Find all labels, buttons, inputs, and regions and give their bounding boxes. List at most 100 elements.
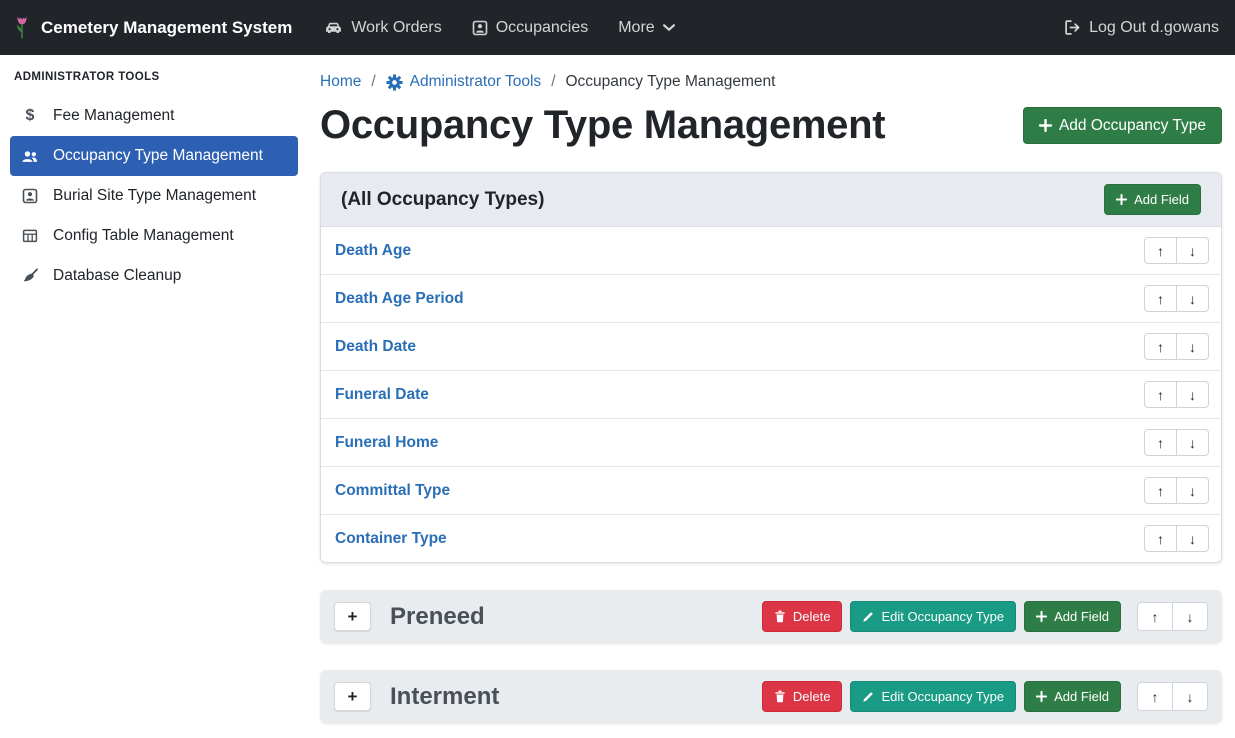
edit-occupancy-type-button[interactable]: Edit Occupancy Type: [850, 601, 1016, 632]
sidebar-item-config-table-management[interactable]: Config Table Management: [10, 216, 298, 256]
add-field-button[interactable]: Add Field: [1024, 681, 1121, 712]
broom-icon: [20, 268, 40, 284]
nav-label: Work Orders: [351, 19, 441, 37]
car-icon: [324, 20, 343, 35]
field-link[interactable]: Funeral Home: [335, 434, 438, 452]
field-link[interactable]: Death Date: [335, 338, 416, 356]
top-navbar: Cemetery Management System Work Orders: [0, 0, 1235, 55]
page-header: Occupancy Type Management Add Occupancy …: [320, 103, 1222, 148]
person-frame-icon: [472, 20, 488, 36]
move-up-button[interactable]: ↑: [1144, 237, 1177, 264]
reorder-group: ↑ ↓: [1144, 477, 1209, 504]
sidebar-item-label: Burial Site Type Management: [53, 187, 256, 205]
move-down-button[interactable]: ↓: [1172, 602, 1208, 631]
move-down-button[interactable]: ↓: [1176, 285, 1209, 312]
reorder-group: ↑ ↓: [1137, 682, 1208, 711]
field-link[interactable]: Committal Type: [335, 482, 450, 500]
breadcrumb-home[interactable]: Home: [320, 73, 361, 91]
reorder-group: ↑ ↓: [1144, 525, 1209, 552]
plus-icon: [1116, 194, 1127, 205]
reorder-group: ↑ ↓: [1137, 602, 1208, 631]
pencil-icon: [862, 691, 874, 703]
move-up-button[interactable]: ↑: [1144, 525, 1177, 552]
delete-button[interactable]: Delete: [762, 681, 843, 712]
nav-label: More: [618, 19, 654, 37]
edit-occupancy-type-button[interactable]: Edit Occupancy Type: [850, 681, 1016, 712]
field-row: Funeral Date ↑ ↓: [321, 370, 1221, 418]
reorder-group: ↑ ↓: [1144, 333, 1209, 360]
move-up-button[interactable]: ↑: [1144, 477, 1177, 504]
all-occupancy-types-card: (All Occupancy Types) Add Field Death Ag…: [320, 172, 1222, 563]
add-field-button[interactable]: Add Field: [1104, 184, 1201, 215]
move-down-button[interactable]: ↓: [1172, 682, 1208, 711]
trash-icon: [774, 610, 786, 623]
section-interment: + Interment Delete Edi: [320, 670, 1222, 723]
move-down-button[interactable]: ↓: [1176, 381, 1209, 408]
button-label: Delete: [793, 610, 831, 623]
navbar-links: Work Orders Occupancies More: [324, 19, 674, 37]
reorder-group: ↑ ↓: [1144, 429, 1209, 456]
move-up-button[interactable]: ↑: [1144, 333, 1177, 360]
move-down-button[interactable]: ↓: [1176, 237, 1209, 264]
pencil-icon: [862, 611, 874, 623]
app-brand[interactable]: Cemetery Management System: [12, 13, 292, 42]
sidebar-item-label: Database Cleanup: [53, 267, 181, 285]
sidebar-item-label: Config Table Management: [53, 227, 234, 245]
move-up-button[interactable]: ↑: [1137, 682, 1173, 711]
sidebar-item-database-cleanup[interactable]: Database Cleanup: [10, 256, 298, 296]
breadcrumb-current: Occupancy Type Management: [566, 73, 776, 91]
chevron-down-icon: [663, 24, 675, 32]
logout-label: Log Out d.gowans: [1089, 19, 1219, 37]
field-row: Container Type ↑ ↓: [321, 514, 1221, 562]
nav-work-orders[interactable]: Work Orders: [324, 19, 441, 37]
breadcrumb: Home / Administrator Tools / Occupanc: [320, 73, 1222, 91]
card-header: (All Occupancy Types) Add Field: [321, 173, 1221, 227]
nav-occupancies[interactable]: Occupancies: [472, 19, 589, 37]
field-link[interactable]: Funeral Date: [335, 386, 429, 404]
nav-label: Occupancies: [496, 19, 589, 37]
gear-icon: [386, 74, 403, 91]
move-down-button[interactable]: ↓: [1176, 525, 1209, 552]
nav-more[interactable]: More: [618, 19, 674, 37]
breadcrumb-separator: /: [371, 73, 375, 91]
move-up-button[interactable]: ↑: [1144, 285, 1177, 312]
plus-icon: [1039, 119, 1052, 132]
button-label: Add Field: [1054, 690, 1109, 703]
move-up-button[interactable]: ↑: [1137, 602, 1173, 631]
brand-title: Cemetery Management System: [41, 18, 292, 38]
expand-section-button[interactable]: +: [334, 602, 371, 631]
move-up-button[interactable]: ↑: [1144, 429, 1177, 456]
field-row: Death Date ↑ ↓: [321, 322, 1221, 370]
dollar-icon: $: [20, 107, 40, 125]
move-down-button[interactable]: ↓: [1176, 429, 1209, 456]
button-label: Add Occupancy Type: [1059, 118, 1206, 134]
sidebar-item-occupancy-type-management[interactable]: Occupancy Type Management: [10, 136, 298, 176]
section-actions: Delete Edit Occupancy Type Add Field ↑ ↓: [762, 681, 1208, 712]
tulip-logo-icon: [12, 13, 32, 42]
delete-button[interactable]: Delete: [762, 601, 843, 632]
button-label: Add Field: [1054, 610, 1109, 623]
move-up-button[interactable]: ↑: [1144, 381, 1177, 408]
field-link[interactable]: Death Age Period: [335, 290, 464, 308]
sidebar-item-label: Fee Management: [53, 107, 175, 125]
field-row: Committal Type ↑ ↓: [321, 466, 1221, 514]
breadcrumb-separator: /: [551, 73, 555, 91]
section-actions: Delete Edit Occupancy Type Add Field ↑ ↓: [762, 601, 1208, 632]
add-field-button[interactable]: Add Field: [1024, 601, 1121, 632]
button-label: Edit Occupancy Type: [881, 610, 1004, 623]
expand-section-button[interactable]: +: [334, 682, 371, 711]
field-link[interactable]: Container Type: [335, 530, 447, 548]
sidebar-item-burial-site-type-management[interactable]: Burial Site Type Management: [10, 176, 298, 216]
move-down-button[interactable]: ↓: [1176, 333, 1209, 360]
move-down-button[interactable]: ↓: [1176, 477, 1209, 504]
add-occupancy-type-button[interactable]: Add Occupancy Type: [1023, 107, 1222, 145]
field-link[interactable]: Death Age: [335, 242, 411, 260]
breadcrumb-label: Home: [320, 73, 361, 91]
page-title: Occupancy Type Management: [320, 103, 885, 148]
field-rows: Death Age ↑ ↓ Death Age Period ↑ ↓ Death…: [321, 227, 1221, 562]
logout-button[interactable]: Log Out d.gowans: [1064, 19, 1219, 37]
sidebar-item-fee-management[interactable]: $ Fee Management: [10, 96, 298, 136]
person-frame-icon: [20, 188, 40, 204]
breadcrumb-administrator-tools[interactable]: Administrator Tools: [386, 73, 542, 91]
sidebar-item-label: Occupancy Type Management: [53, 147, 263, 165]
